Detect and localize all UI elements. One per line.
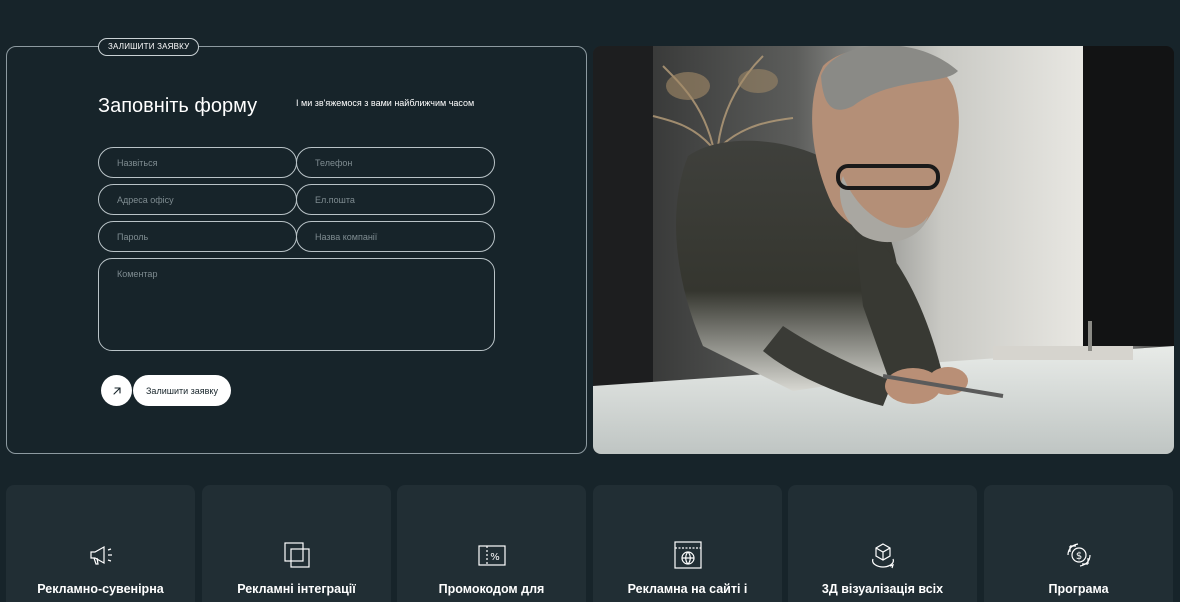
service-card-title: Рекламні інтеграції: [237, 582, 356, 596]
request-form-panel: ЗАЛИШИТИ ЗАЯВКУ Заповніть форму І ми зв'…: [6, 38, 587, 454]
phone-input[interactable]: [296, 147, 495, 178]
arrow-up-right-icon[interactable]: [101, 375, 132, 406]
money-cycle-icon: $: [984, 538, 1173, 572]
service-card-title: Промокодом для: [438, 582, 545, 596]
promo-ticket-icon: %: [397, 538, 586, 572]
service-card[interactable]: Рекламно-сувенірна: [6, 485, 195, 602]
svg-text:%: %: [490, 552, 500, 563]
service-card[interactable]: Рекламна на сайті і: [593, 485, 782, 602]
service-card[interactable]: % Промокодом для: [397, 485, 586, 602]
submit-group: Залишити заявку: [101, 375, 231, 406]
cube-3d-icon: [788, 538, 977, 572]
submit-request-button[interactable]: Залишити заявку: [133, 375, 231, 406]
name-input[interactable]: [98, 147, 297, 178]
service-card-title: Програма: [1048, 582, 1109, 596]
web-window-icon: [593, 538, 782, 572]
service-card[interactable]: Рекламні інтеграції: [202, 485, 391, 602]
architect-drawing-photo: [593, 46, 1174, 454]
service-card[interactable]: 3Д візуалізація всіх: [788, 485, 977, 602]
form-title: Заповніть форму: [98, 95, 258, 117]
service-card[interactable]: $ Програма: [984, 485, 1173, 602]
comment-textarea[interactable]: [98, 258, 495, 351]
office-address-input[interactable]: [98, 184, 297, 215]
password-input[interactable]: [98, 221, 297, 252]
service-card-title: Рекламно-сувенірна: [37, 582, 164, 596]
services-row: Рекламно-сувенірна Рекламні інтеграції %…: [6, 485, 1174, 602]
layers-icon: [202, 538, 391, 572]
service-card-title: 3Д візуалізація всіх: [821, 582, 944, 596]
form-tag-label: ЗАЛИШИТИ ЗАЯВКУ: [98, 38, 200, 56]
svg-text:$: $: [1075, 551, 1081, 562]
service-card-title: Рекламна на сайті і: [627, 582, 748, 596]
megaphone-icon: [6, 538, 195, 572]
form-subtitle: І ми зв'яжемося з вами найближчим часом: [296, 98, 475, 108]
company-name-input[interactable]: [296, 221, 495, 252]
email-input[interactable]: [296, 184, 495, 215]
